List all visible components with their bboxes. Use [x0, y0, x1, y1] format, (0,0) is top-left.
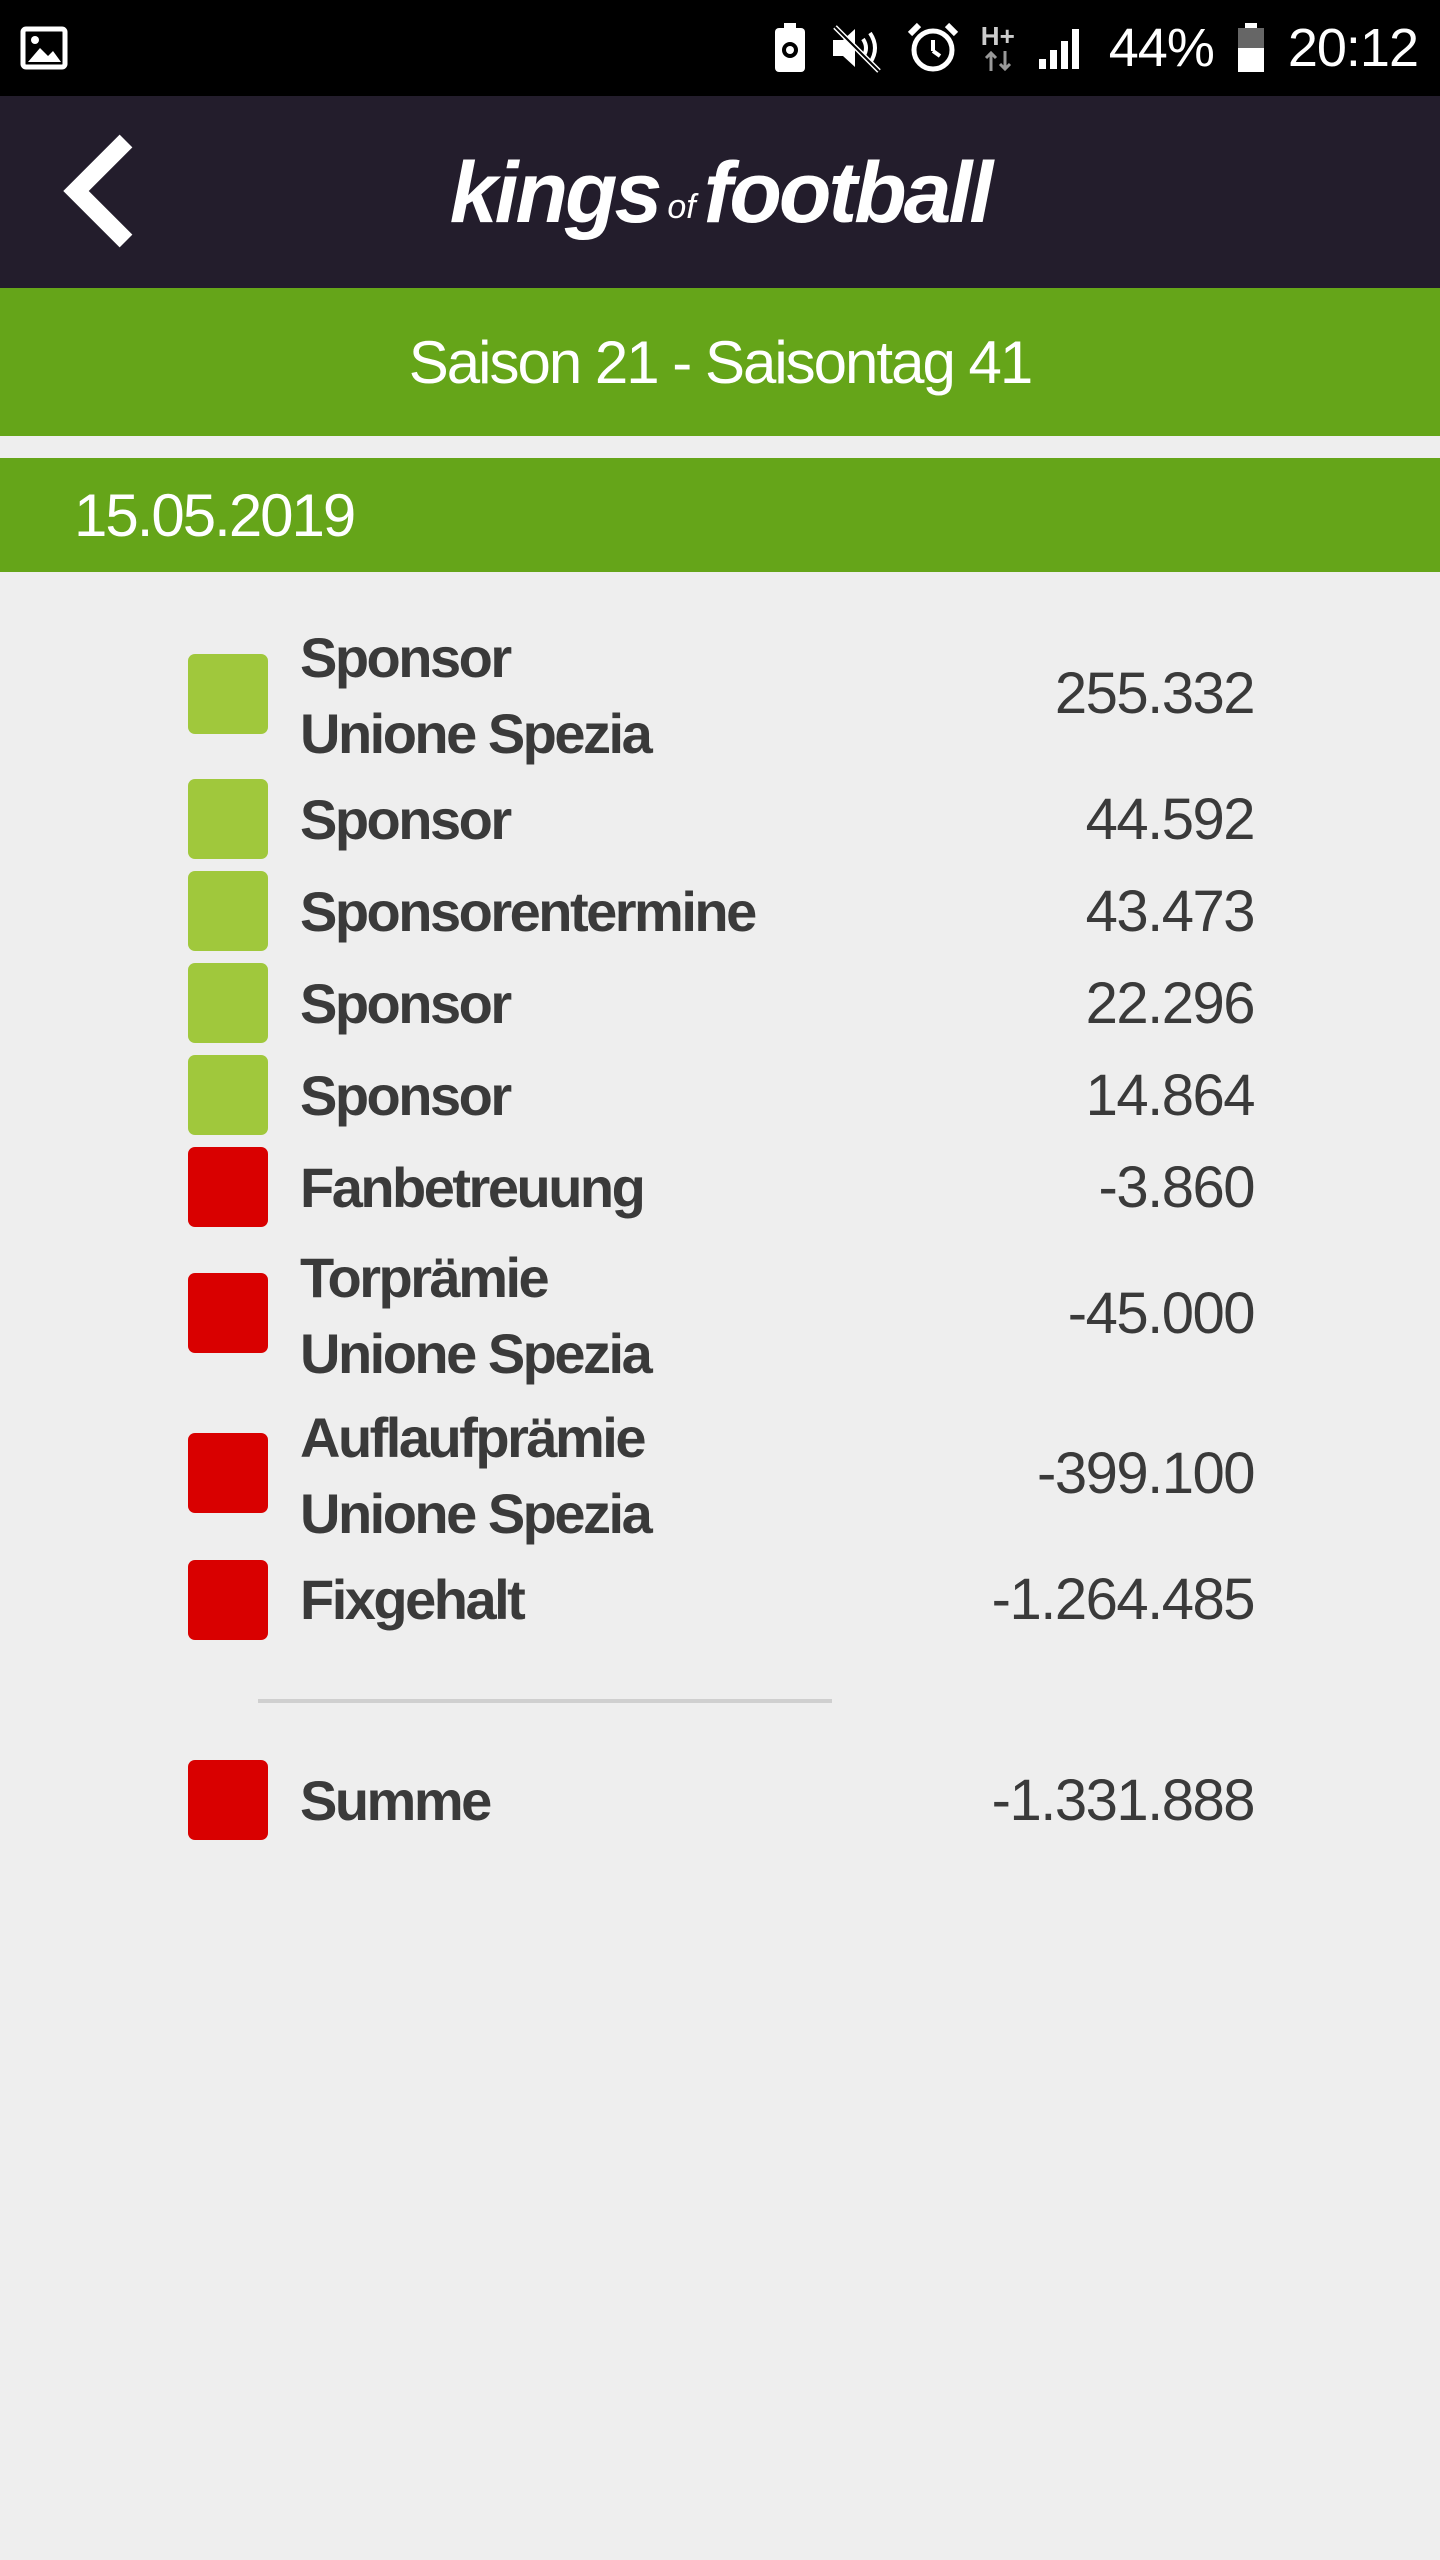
entry-amount: 44.592	[1085, 787, 1256, 852]
app-bar: kings offootball	[0, 96, 1440, 288]
alarm-icon	[907, 22, 959, 74]
income-indicator	[188, 779, 268, 859]
income-indicator	[188, 963, 268, 1043]
entry-amount: 255.332	[1054, 661, 1256, 726]
status-bar: H+ 44% 20:12	[0, 0, 1440, 96]
image-icon	[20, 26, 68, 70]
data-arrows-icon: H+	[981, 23, 1015, 73]
entry-amount: -399.100	[1037, 1441, 1255, 1506]
expense-indicator	[188, 1760, 268, 1840]
entry-label: Fanbetreuung	[300, 1156, 646, 1219]
total-amount: -1.331.888	[991, 1768, 1256, 1833]
entry-amount: 43.473	[1085, 879, 1256, 944]
expense-indicator	[188, 1560, 268, 1640]
expense-indicator	[188, 1273, 268, 1353]
logo-text-football: football	[703, 145, 993, 241]
season-title: Saison 21 - Saisontag 41	[408, 328, 1033, 396]
entry-label: Torprämie Unione Spezia	[300, 1246, 653, 1385]
signal-icon	[1037, 25, 1087, 71]
entry-label: Sponsor	[300, 972, 512, 1035]
entry-amount: -3.860	[1098, 1155, 1256, 1220]
entry-label: Fixgehalt	[300, 1568, 526, 1631]
entry-amount: 22.296	[1085, 971, 1256, 1036]
entry-amount: -1.264.485	[991, 1567, 1256, 1632]
income-indicator	[188, 871, 268, 951]
app-logo: kings offootball	[0, 144, 1440, 243]
date-header: 15.05.2019	[0, 458, 1440, 572]
logo-text-kings: kings	[449, 145, 663, 241]
income-indicator	[188, 1055, 268, 1135]
date-label: 15.05.2019	[74, 481, 356, 549]
total-label: Summe	[300, 1769, 492, 1832]
season-header: Saison 21 - Saisontag 41	[0, 288, 1440, 436]
expense-indicator	[188, 1147, 268, 1227]
entry-label: Auflaufprämie Unione Spezia	[300, 1406, 653, 1545]
entry-label: Sponsor Unione Spezia	[300, 626, 653, 765]
divider	[258, 1699, 832, 1703]
entry-label: Sponsor	[300, 1064, 512, 1127]
entry-label: Sponsor	[300, 788, 512, 851]
clock: 20:12	[1287, 18, 1419, 78]
income-indicator	[188, 654, 268, 734]
entry-label: Sponsorentermine	[300, 880, 757, 943]
expense-indicator	[188, 1433, 268, 1513]
battery-percent: 44%	[1108, 18, 1215, 78]
entry-amount: -45.000	[1067, 1281, 1256, 1346]
entry-amount: 14.864	[1085, 1063, 1256, 1128]
network-type: H+	[980, 21, 1015, 51]
mute-icon	[829, 23, 885, 73]
battery-icon	[1236, 22, 1266, 74]
logo-text-of: of	[667, 188, 696, 226]
battery-saver-icon	[773, 22, 807, 74]
